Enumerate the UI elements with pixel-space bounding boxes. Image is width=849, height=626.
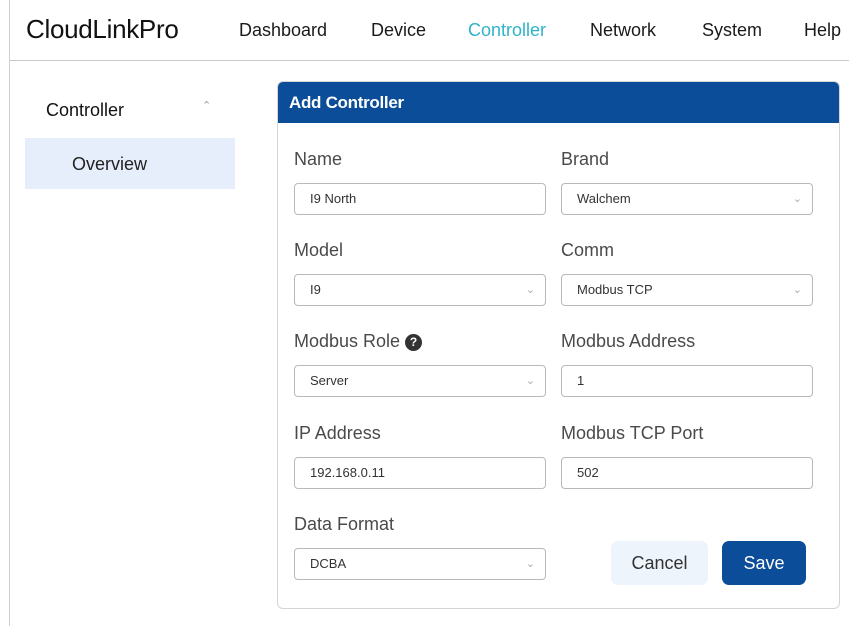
modbus-role-value: Server (310, 373, 349, 388)
modbus-role-label-text: Modbus Role (294, 331, 401, 351)
ip-address-value: 192.168.0.11 (310, 465, 385, 480)
chevron-down-icon: ⌄ (525, 375, 535, 387)
comm-value: Modbus TCP (577, 282, 653, 297)
cancel-button[interactable]: Cancel (611, 541, 708, 585)
chevron-down-icon: ⌄ (792, 284, 802, 296)
modbus-tcp-port-value: 502 (577, 465, 599, 480)
modbus-address-input[interactable]: 1 (561, 365, 813, 397)
name-value: I9 North (310, 191, 357, 206)
modbus-tcp-port-label: Modbus TCP Port (561, 423, 704, 443)
modbus-role-select[interactable]: Server ⌄ (294, 365, 546, 397)
sidebar-item-label: Overview (72, 154, 148, 174)
nav-network[interactable]: Network (590, 20, 656, 41)
brand-value: Walchem (577, 191, 631, 206)
comm-select[interactable]: Modbus TCP ⌄ (561, 274, 813, 306)
sidebar-item-overview[interactable]: Overview (25, 138, 235, 189)
chevron-down-icon: ⌄ (792, 193, 802, 205)
chevron-down-icon: ⌄ (525, 284, 535, 296)
card-title: Add Controller (278, 82, 839, 123)
chevron-down-icon: ⌄ (525, 558, 535, 570)
app-logo[interactable]: CloudLinkPro (26, 14, 179, 45)
save-button[interactable]: Save (722, 541, 806, 585)
data-format-select[interactable]: DCBA ⌄ (294, 548, 546, 580)
nav-device[interactable]: Device (371, 20, 426, 41)
name-input[interactable]: I9 North (294, 183, 546, 215)
nav-system[interactable]: System (702, 20, 762, 41)
model-label: Model (294, 240, 344, 260)
chevron-up-icon[interactable]: ⌃ (202, 99, 211, 112)
add-controller-card: Add Controller Name Brand I9 North Walch… (277, 81, 840, 609)
comm-label: Comm (561, 240, 614, 260)
name-label: Name (294, 149, 343, 169)
nav-controller[interactable]: Controller (468, 20, 546, 41)
top-navbar: CloudLinkPro Dashboard Device Controller… (10, 0, 849, 61)
modbus-address-label: Modbus Address (561, 331, 696, 351)
brand-label: Brand (561, 149, 610, 169)
modbus-address-value: 1 (577, 373, 585, 388)
model-select[interactable]: I9 ⌄ (294, 274, 546, 306)
ip-address-input[interactable]: 192.168.0.11 (294, 457, 546, 489)
modbus-role-label: Modbus Role? (294, 331, 423, 352)
help-icon[interactable]: ? (405, 334, 423, 351)
ip-address-label: IP Address (294, 423, 381, 443)
nav-dashboard[interactable]: Dashboard (239, 20, 327, 41)
modbus-tcp-port-input[interactable]: 502 (561, 457, 813, 489)
model-value: I9 (310, 282, 321, 297)
sidebar-section-controller[interactable]: Controller (46, 100, 226, 124)
data-format-label: Data Format (294, 514, 395, 534)
brand-select[interactable]: Walchem ⌄ (561, 183, 813, 215)
nav-help[interactable]: Help (804, 20, 841, 41)
data-format-value: DCBA (310, 556, 347, 571)
